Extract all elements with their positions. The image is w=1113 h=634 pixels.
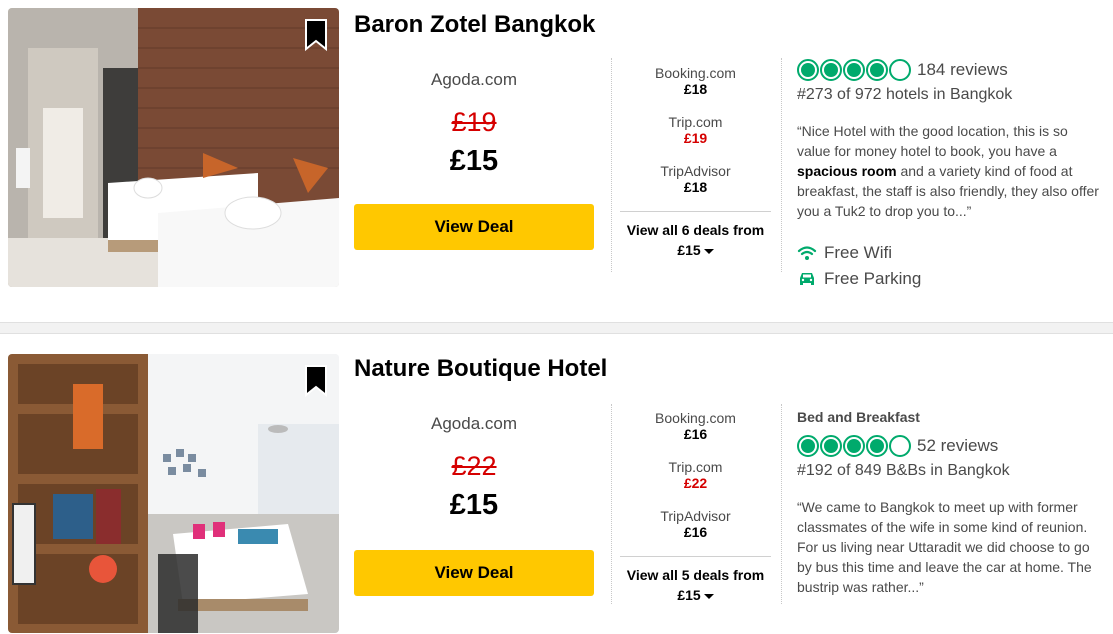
hotel-info: 184 reviews #273 of 972 hotels in Bangko… [797,58,1107,292]
main-offer: Agoda.com £22 £15 [354,414,594,522]
view-all-deals-link[interactable]: View all 6 deals from £15 [620,211,771,260]
amenity-item: Free Parking [797,266,1107,292]
rating-bubble-icon [843,59,865,81]
offer-item[interactable]: Booking.com £18 [620,65,771,114]
offer-price: £22 [683,475,708,491]
review-count: 184 reviews [917,60,1008,79]
review-snippet[interactable]: “We came to Bangkok to meet up with form… [797,497,1102,597]
hotel-card: Baron Zotel Bangkok Agoda.com £19 £15 Vi… [0,0,1113,322]
offer-provider: Booking.com [655,410,736,426]
save-bookmark-icon[interactable] [301,18,331,52]
offer-price: £16 [683,426,708,442]
hotel-photo[interactable] [8,354,339,633]
view-all-price: £15 [677,242,701,258]
amenities: Free Wifi Free Parking [797,240,1107,292]
offer-item[interactable]: TripAdvisor £18 [620,163,771,212]
view-all-label: View all 6 deals from [626,222,765,238]
offer-provider: Trip.com [668,459,723,475]
main-provider: Agoda.com [431,70,517,89]
divider [781,58,782,272]
view-deal-button[interactable]: View Deal [354,204,594,250]
offer-item[interactable]: Booking.com £16 [620,410,771,459]
rating-link[interactable]: 184 reviews [797,58,1107,82]
deal-price: £15 [449,489,499,521]
deal-price: £15 [449,145,499,177]
offer-item[interactable]: Trip.com £22 [620,459,771,508]
offer-provider: TripAdvisor [660,163,731,179]
offer-provider: Booking.com [655,65,736,81]
rating-bubble-icon [797,435,819,457]
main-offer: Agoda.com £19 £15 [354,70,594,178]
view-all-price: £15 [677,587,701,603]
hotel-photo[interactable] [8,8,339,287]
view-all-deals-link[interactable]: View all 5 deals from £15 [620,556,771,605]
property-category: Bed and Breakfast [797,409,920,425]
rating-bubble-empty-icon [889,59,911,81]
hotel-card: Nature Boutique Hotel Agoda.com £22 £15 … [0,334,1113,634]
view-all-label: View all 5 deals from [626,567,765,583]
card-separator [0,322,1113,334]
caret-down-icon [703,248,714,254]
rating-bubble-icon [820,59,842,81]
original-price: £22 [451,451,497,481]
divider [611,404,612,604]
review-count: 52 reviews [917,436,999,455]
divider [781,404,782,604]
hotel-name[interactable]: Nature Boutique Hotel [354,355,607,383]
ranking: #273 of 972 hotels in Bangkok [797,86,1013,103]
offer-price: £16 [683,524,708,540]
offer-provider: Trip.com [668,114,723,130]
rating-bubble-icon [866,435,888,457]
hotel-room-image [8,8,339,287]
other-offers: Booking.com £18 Trip.com £19 TripAdvisor… [620,65,771,212]
wifi-icon [797,246,817,260]
rating-bubble-empty-icon [889,435,911,457]
rating-bubble-icon [820,435,842,457]
caret-down-icon [703,593,714,599]
main-provider: Agoda.com [431,414,517,433]
offer-item[interactable]: TripAdvisor £16 [620,508,771,557]
divider [611,58,612,272]
offer-provider: TripAdvisor [660,508,731,524]
offer-item[interactable]: Trip.com £19 [620,114,771,163]
hotel-name[interactable]: Baron Zotel Bangkok [354,11,595,39]
rating-bubble-icon [843,435,865,457]
offer-price: £18 [683,179,708,195]
rating-bubble-icon [866,59,888,81]
other-offers: Booking.com £16 Trip.com £22 TripAdvisor… [620,410,771,557]
original-price: £19 [451,107,497,137]
car-icon [800,273,814,285]
amenity-item: Free Wifi [797,240,1107,266]
rating-bubble-icon [797,59,819,81]
view-deal-button[interactable]: View Deal [354,550,594,596]
hotel-info: Bed and Breakfast 52 reviews #192 of 849… [797,409,1107,597]
offer-price: £18 [683,81,708,97]
review-snippet[interactable]: “Nice Hotel with the good location, this… [797,121,1102,221]
ranking: #192 of 849 B&Bs in Bangkok [797,462,1010,479]
hotel-room-image [8,354,339,633]
rating-link[interactable]: 52 reviews [797,434,1107,458]
offer-price: £19 [683,130,708,146]
save-bookmark-icon[interactable] [301,364,331,398]
